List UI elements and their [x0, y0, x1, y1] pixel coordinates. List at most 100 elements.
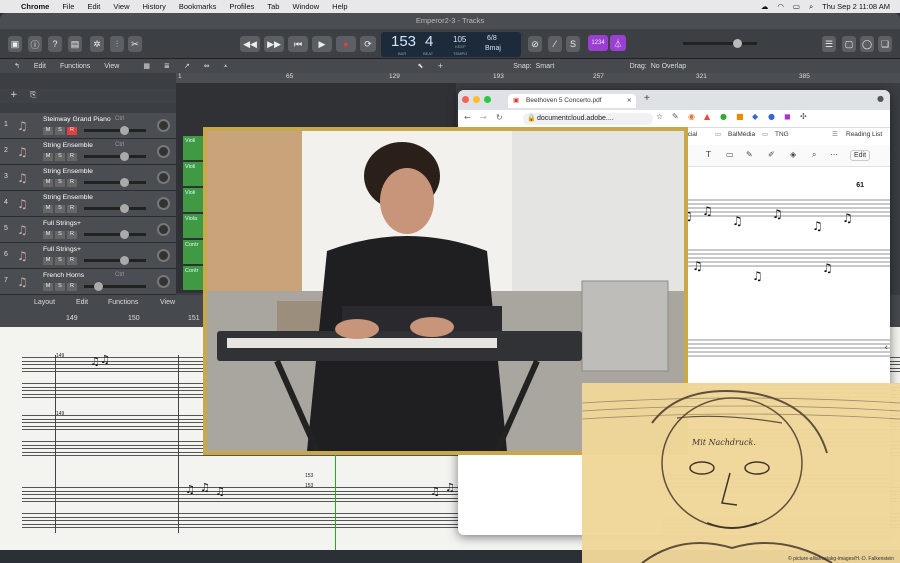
pencil-icon[interactable]: ✐	[768, 150, 775, 159]
track-name[interactable]: Full Strings+	[43, 246, 81, 253]
master-volume-knob[interactable]	[733, 39, 742, 48]
track-volume-knob[interactable]	[120, 152, 129, 161]
reload-icon[interactable]: ↻	[496, 113, 503, 122]
menu-app-chrome[interactable]: Chrome	[21, 2, 49, 11]
close-window-button[interactable]	[462, 96, 469, 103]
zoom-icon[interactable]: ⌕	[812, 150, 816, 160]
functions-menu[interactable]: Functions	[60, 63, 90, 70]
track-volume-knob[interactable]	[94, 282, 103, 291]
edit-menu[interactable]: Edit	[34, 63, 46, 70]
track-header[interactable]: 1 ♫ Steinway Grand Piano Ctrl M S R	[0, 113, 176, 139]
track-header[interactable]: 6 ♫ Full Strings+ M S R	[0, 243, 176, 269]
battery-icon[interactable]: ▭	[793, 2, 800, 11]
mute-button[interactable]: M	[43, 179, 53, 187]
count-in-toggle[interactable]: S	[566, 36, 580, 52]
record-enable-button[interactable]: R	[67, 283, 77, 291]
extension-icon[interactable]: ▲	[704, 112, 710, 121]
catch-icon[interactable]: ⩡	[224, 62, 228, 71]
track-pan-knob[interactable]	[157, 249, 170, 262]
bookmark-folder-tng[interactable]: TNG	[775, 131, 789, 138]
mute-button[interactable]: M	[43, 231, 53, 239]
score-view-menu[interactable]: View	[160, 299, 175, 306]
note[interactable]: ♫	[430, 485, 440, 498]
bookmark-folder-balmedia[interactable]: BalMédia	[728, 131, 755, 138]
bookmark-star-icon[interactable]: ☆	[656, 112, 663, 121]
track-volume-slider[interactable]	[84, 152, 146, 161]
comment-icon[interactable]: ▭	[726, 150, 734, 159]
tab-beethoven-pdf[interactable]: ▣ Beethoven 5 Concerto.pdf ×	[508, 94, 636, 108]
smart-controls-button[interactable]: ▤	[68, 36, 82, 52]
search-icon[interactable]: ⌕	[809, 2, 813, 12]
solo-button[interactable]: S	[55, 127, 65, 135]
menu-help[interactable]: Help	[332, 2, 347, 11]
menu-history[interactable]: History	[143, 2, 166, 11]
browser-button[interactable]: ❏	[878, 36, 892, 52]
url-field[interactable]: 🔒 documentcloud.adobe....	[523, 113, 653, 125]
menu-bookmarks[interactable]: Bookmarks	[179, 2, 217, 11]
new-tab-button[interactable]: +	[644, 93, 650, 104]
metronome-toggle[interactable]: ⁄	[548, 36, 562, 52]
menu-file[interactable]: File	[62, 2, 74, 11]
track-options-icon[interactable]: ⎘	[30, 90, 36, 100]
score-layout-menu[interactable]: Layout	[34, 299, 55, 306]
track-volume-slider[interactable]	[84, 126, 146, 135]
track-volume-slider[interactable]	[84, 230, 146, 239]
track-header[interactable]: 4 ♫ String Ensemble M S R	[0, 191, 176, 217]
score-edit-menu[interactable]: Edit	[76, 299, 88, 306]
menu-view[interactable]: View	[113, 2, 129, 11]
track-volume-knob[interactable]	[120, 256, 129, 265]
track-name[interactable]: String Ensemble	[43, 142, 93, 149]
menu-edit[interactable]: Edit	[87, 2, 100, 11]
close-tab-icon[interactable]: ×	[627, 96, 632, 104]
collapse-panel-icon[interactable]: ‹	[884, 343, 888, 353]
track-header[interactable]: 3 ♫ String Ensemble M S R	[0, 165, 176, 191]
snap-select[interactable]: Smart	[536, 63, 616, 70]
mute-button[interactable]: M	[43, 283, 53, 291]
solo-button[interactable]: S	[55, 205, 65, 213]
solo-button[interactable]: S	[55, 257, 65, 265]
solo-button[interactable]: S	[55, 153, 65, 161]
menu-profiles[interactable]: Profiles	[229, 2, 254, 11]
drag-select[interactable]: No Overlap	[651, 63, 686, 70]
notepad-button[interactable]: ▢	[842, 36, 856, 52]
tab-search-icon[interactable]: ●	[877, 94, 884, 103]
view-menu[interactable]: View	[104, 63, 119, 70]
extension-icon[interactable]: ●	[768, 112, 775, 121]
record-enable-button[interactable]: R	[67, 257, 77, 265]
crosshair-tool-icon[interactable]: +	[437, 62, 443, 70]
help-button[interactable]: ?	[48, 36, 62, 52]
extension-icon[interactable]: ●	[720, 112, 727, 121]
extensions-icon[interactable]: ✎	[672, 112, 679, 121]
track-header[interactable]: 5 ♫ Full Strings+ M S R	[0, 217, 176, 243]
track-pan-knob[interactable]	[157, 119, 170, 132]
cycle-button[interactable]: ⟳	[360, 36, 376, 52]
draw-icon[interactable]: ✎	[746, 150, 753, 159]
forward-icon[interactable]: →	[480, 113, 487, 122]
record-button[interactable]: ●	[336, 36, 356, 52]
mixer-icon[interactable]: ⫶	[110, 36, 124, 52]
record-enable-button[interactable]: R	[67, 179, 77, 187]
mute-button[interactable]: M	[43, 153, 53, 161]
record-enable-button[interactable]: R	[67, 127, 77, 135]
lcd-display[interactable]: 153 4 BAR BEAT 105 KEEP TEMPO 6/8 Bmaj	[381, 32, 521, 57]
back-icon[interactable]: ←	[464, 113, 471, 122]
extension-icon[interactable]: ◼	[784, 112, 791, 121]
track-pan-knob[interactable]	[157, 223, 170, 236]
solo-button[interactable]: S	[55, 231, 65, 239]
inspector-button[interactable]: ⓘ	[28, 36, 42, 52]
grid-view-icon[interactable]: ▦	[143, 62, 150, 70]
rewind-button[interactable]: ◀◀	[240, 36, 260, 52]
note[interactable]: ♫	[185, 483, 195, 496]
track-volume-slider[interactable]	[84, 282, 146, 291]
tuner-icon[interactable]: ⊘	[528, 36, 542, 52]
solo-button[interactable]: S	[55, 179, 65, 187]
pointer-tool-icon[interactable]: ⬉	[418, 62, 424, 70]
track-volume-knob[interactable]	[120, 126, 129, 135]
track-name[interactable]: Steinway Grand Piano	[43, 116, 111, 123]
track-header[interactable]: 2 ♫ String Ensemble Ctrl M S R	[0, 139, 176, 165]
track-name[interactable]: Full Strings+	[43, 220, 81, 227]
solo-button[interactable]: S	[55, 283, 65, 291]
pdf-edit-button[interactable]: Edit	[850, 150, 871, 161]
record-enable-button[interactable]: R	[67, 153, 77, 161]
score-functions-menu[interactable]: Functions	[108, 299, 138, 306]
